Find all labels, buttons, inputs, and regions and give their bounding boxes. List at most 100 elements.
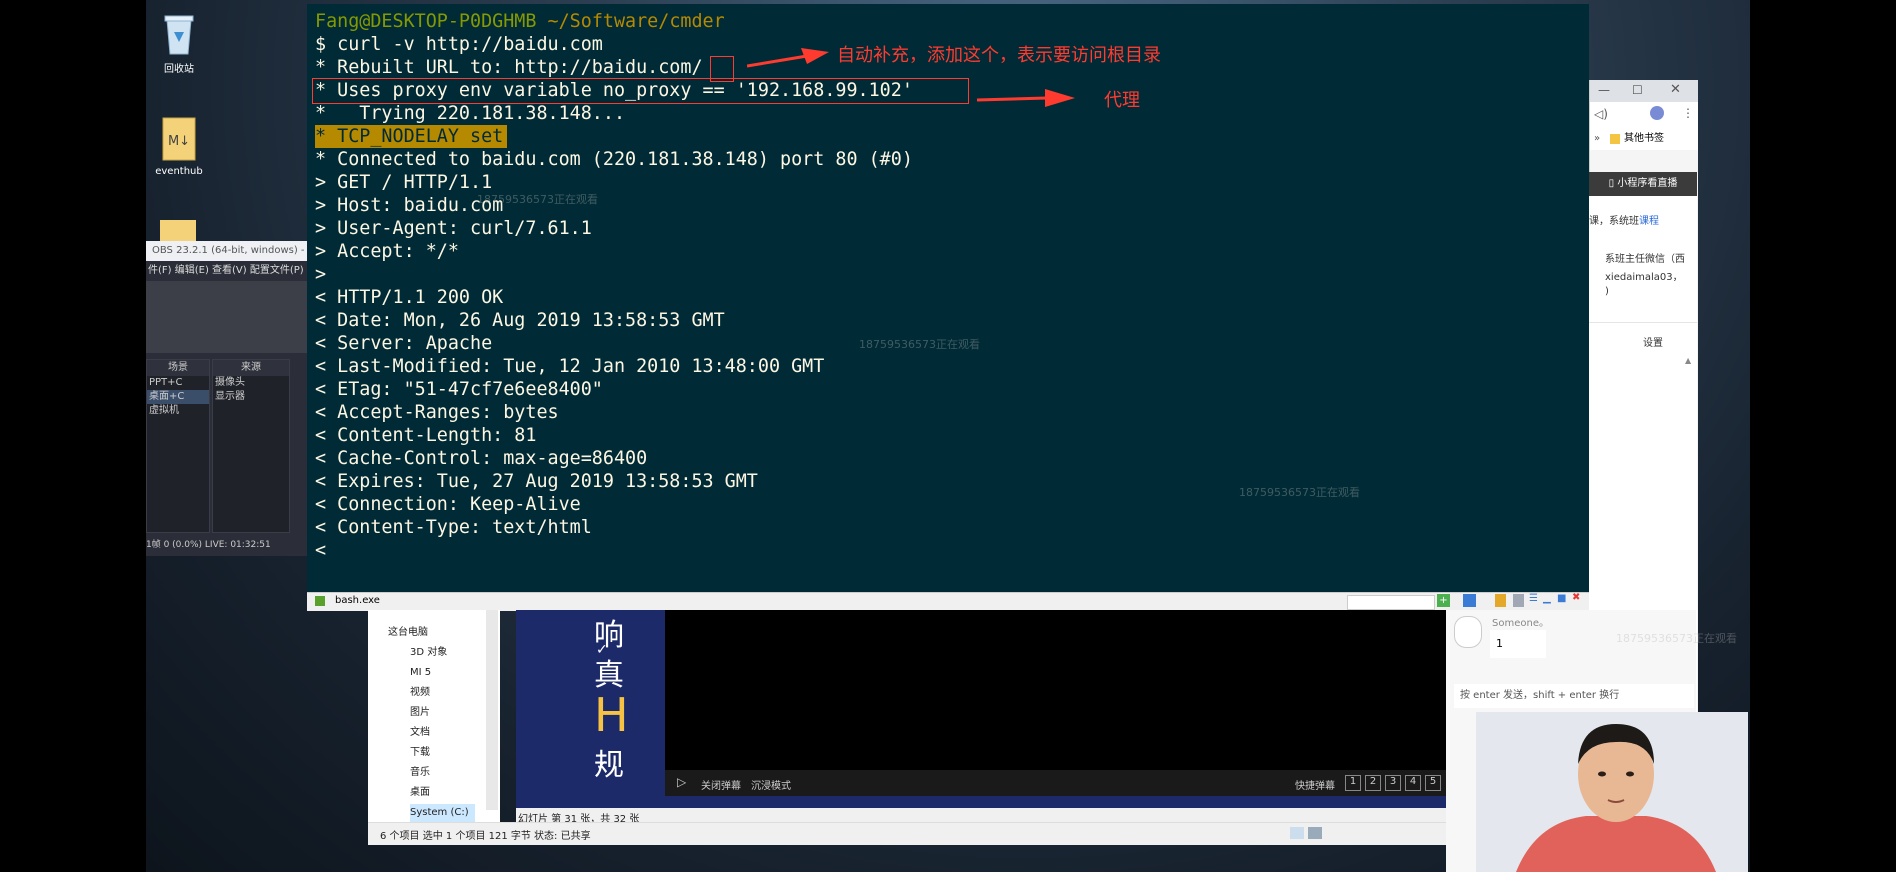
obs-source-item[interactable]: 显示器 xyxy=(213,390,289,404)
play-icon[interactable]: ▷ xyxy=(677,775,686,789)
desktop-icon-label: 回收站 xyxy=(164,64,194,75)
browser-toolbar: ◁) ⋮ xyxy=(1590,102,1698,128)
nav-item-this-pc[interactable]: 这台电脑 xyxy=(388,624,428,642)
minimize-icon[interactable]: — xyxy=(1598,83,1610,97)
avatar xyxy=(1454,616,1482,648)
nav-item[interactable]: 视频 xyxy=(410,684,430,702)
obs-scene-item[interactable]: 桌面+C xyxy=(147,390,209,404)
quick-danmaku-button[interactable]: 5 xyxy=(1425,775,1441,791)
course-link[interactable]: 课程 xyxy=(1639,216,1659,227)
check-icon: ✓ xyxy=(596,642,608,658)
quick-danmaku-button[interactable]: 2 xyxy=(1365,775,1381,791)
wechat-close: ) xyxy=(1605,286,1609,297)
minimize-icon[interactable]: ▁ xyxy=(1543,593,1551,604)
terminal-line: < Expires: Tue, 27 Aug 2019 13:58:53 GMT xyxy=(315,471,758,492)
terminal-line: < Content-Length: 81 xyxy=(315,425,537,446)
nav-item[interactable]: 桌面 xyxy=(410,784,430,802)
nav-item[interactable]: 音乐 xyxy=(410,764,430,782)
obs-status: 1帧 0 (0.0%) LIVE: 01:32:51 xyxy=(146,540,271,550)
bookmark-other[interactable]: 其他书签 xyxy=(1624,128,1664,150)
desktop-icon-eventhub[interactable]: M↓ eventhub xyxy=(144,116,214,177)
obs-sources-header: 来源 xyxy=(213,360,289,376)
obs-menu[interactable]: 件(F) 编辑(E) 查看(V) 配置文件(P) xyxy=(146,261,308,281)
terminal-line: > xyxy=(315,264,327,285)
file-explorer-nav: 这台电脑 3D 对象 MI 5 视频 图片 文档 下载 音乐 桌面 System… xyxy=(368,610,500,844)
viewer-watermark: 18759536573正在观看 xyxy=(1616,632,1737,645)
extension-icon[interactable] xyxy=(1650,106,1664,120)
tiles-view-icon[interactable] xyxy=(1308,827,1322,839)
close-icon[interactable]: ✖ xyxy=(1572,592,1580,603)
obs-source-item[interactable]: 摄像头 xyxy=(213,376,289,390)
terminal-line: < Server: Apache xyxy=(315,333,493,354)
video-control-bar: ▷ 关闭弹幕 沉浸模式 快捷弹幕 1 2 3 4 5 xyxy=(665,770,1446,796)
explorer-status-text: 6 个项目 选中 1 个项目 121 字节 状态: 已共享 xyxy=(380,831,591,842)
close-icon[interactable]: ✕ xyxy=(1670,82,1681,97)
view-icon[interactable] xyxy=(1463,594,1476,607)
details-view-icon[interactable] xyxy=(1290,827,1304,839)
obs-scenes-panel: 场景 PPT+C 桌面+C 虚拟机 xyxy=(146,359,210,533)
obs-scene-item[interactable]: PPT+C xyxy=(147,376,209,390)
video-player[interactable] xyxy=(665,610,1446,770)
terminal-window[interactable]: Fang@DESKTOP-P0DGHMB ~/Software/cmder $ … xyxy=(307,4,1589,592)
search-input[interactable] xyxy=(1347,595,1435,610)
quick-danmaku-label: 快捷弹幕 xyxy=(1295,781,1335,792)
terminal-line: > Accept: */* xyxy=(315,241,459,262)
obs-window: OBS 23.2.1 (64-bit, windows) - 配 件(F) 编辑… xyxy=(146,241,308,556)
terminal-line: < Cache-Control: max-age=86400 xyxy=(315,448,648,469)
chevron-right-icon[interactable]: » xyxy=(1594,128,1600,150)
explorer-status-bar: 6 个项目 选中 1 个项目 121 字节 状态: 已共享 xyxy=(368,822,1478,845)
obs-preview xyxy=(146,281,308,353)
webcam-feed xyxy=(1476,712,1748,872)
mini-program-live-label: 小程序看直播 xyxy=(1617,178,1678,189)
viewer-watermark: 18759536573正在观看 xyxy=(859,338,980,351)
obs-sources-panel: 来源 摄像头 显示器 xyxy=(212,359,290,533)
check-icon: ✓ xyxy=(596,758,608,774)
obs-scene-item[interactable]: 虚拟机 xyxy=(147,404,209,418)
tab-bash[interactable]: bash.exe xyxy=(335,595,380,606)
markdown-file-icon: M↓ xyxy=(159,116,199,162)
nav-item[interactable]: 下载 xyxy=(410,744,430,762)
maximize-icon[interactable]: ☐ xyxy=(1632,83,1643,97)
nav-item[interactable]: 图片 xyxy=(410,704,430,722)
bash-tab-icon xyxy=(315,596,325,606)
danmaku-off-button[interactable]: 关闭弹幕 xyxy=(701,777,741,792)
mini-program-live-button[interactable]: ▯ 小程序看直播 xyxy=(1589,172,1697,196)
speaker-icon[interactable]: ◁) xyxy=(1594,107,1608,121)
course-text-1: 课，系统班 xyxy=(1589,216,1639,227)
annotation-proxy: 代理 xyxy=(1104,90,1140,111)
chat-message: 1 xyxy=(1490,630,1546,658)
quick-danmaku-button[interactable]: 3 xyxy=(1385,775,1401,791)
terminal-line: * Trying 220.181.38.148... xyxy=(315,103,626,124)
terminal-line: > User-Agent: curl/7.61.1 xyxy=(315,218,592,239)
terminal-line: < xyxy=(315,540,327,561)
svg-text:M↓: M↓ xyxy=(168,134,190,149)
quick-danmaku-button[interactable]: 4 xyxy=(1405,775,1421,791)
nav-item[interactable]: 3D 对象 xyxy=(410,644,447,662)
terminal-prompt-title: Fang@DESKTOP-P0DGHMB ~/Software/cmder xyxy=(315,10,725,33)
desktop-icon-recycle-bin[interactable]: 回收站 xyxy=(144,10,214,75)
nav-item-selected[interactable]: System (C:) xyxy=(410,804,475,822)
nav-item[interactable]: MI 5 xyxy=(410,664,431,682)
immersive-mode-button[interactable]: 沉浸模式 xyxy=(751,777,791,792)
terminal-line: > GET / HTTP/1.1 xyxy=(315,172,493,193)
obs-scenes-header: 场景 xyxy=(147,360,209,376)
scroll-up-icon[interactable]: ▲ xyxy=(1685,356,1691,365)
terminal-line: < ETag: "51-47cf7e6ee8400" xyxy=(315,379,603,400)
folder-icon xyxy=(160,220,196,242)
terminal-line: < Accept-Ranges: bytes xyxy=(315,402,559,423)
chat-input[interactable]: 按 enter 发送，shift + enter 换行 xyxy=(1454,684,1694,708)
viewer-watermark: 18759536573正在观看 xyxy=(1239,486,1360,499)
quick-danmaku-button[interactable]: 1 xyxy=(1345,775,1361,791)
annotation-root-dir: 自动补充，添加这个，表示要访问根目录 xyxy=(837,45,1161,66)
lock-icon[interactable] xyxy=(1495,594,1506,607)
nav-item[interactable]: 文档 xyxy=(410,724,430,742)
terminal-line: $ curl -v http://baidu.com xyxy=(315,34,603,55)
new-tab-icon[interactable]: + xyxy=(1437,594,1450,607)
maximize-icon[interactable]: ■ xyxy=(1557,593,1566,604)
recycle-bin-icon xyxy=(159,10,199,56)
panel-icon[interactable] xyxy=(1513,594,1524,607)
scrollbar[interactable] xyxy=(486,610,498,810)
menu-icon[interactable]: ☰ xyxy=(1529,593,1538,604)
more-menu-icon[interactable]: ⋮ xyxy=(1682,106,1694,120)
settings-button[interactable]: 设置 xyxy=(1643,334,1663,349)
